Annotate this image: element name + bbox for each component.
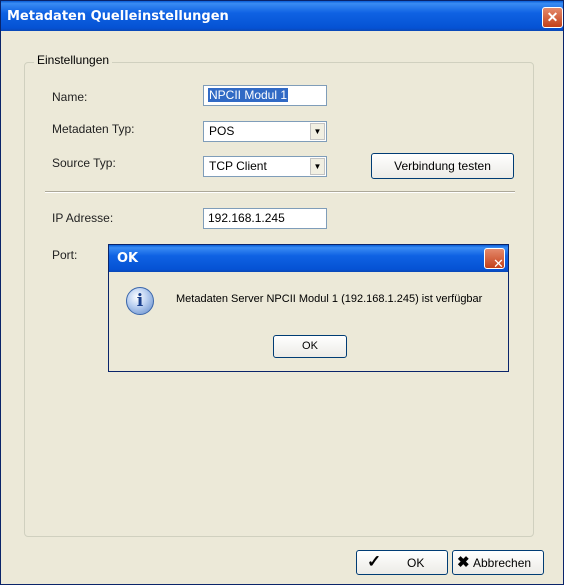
window-title: Metadaten Quelleinstellungen — [7, 9, 229, 24]
dialog-ok-button[interactable]: OK — [273, 335, 347, 358]
source-type-label: Source Typ: — [52, 156, 116, 170]
cancel-button[interactable]: ✖ Abbrechen — [452, 550, 544, 575]
section-divider — [45, 191, 515, 193]
name-value: NPCII Modul 1 — [208, 88, 289, 102]
source-type-value: TCP Client — [209, 159, 267, 173]
metadata-type-label: Metadaten Typ: — [52, 122, 135, 136]
x-icon: ✖ — [457, 554, 470, 571]
close-button[interactable]: ✕ — [542, 7, 563, 28]
metadata-type-value: POS — [209, 124, 235, 138]
close-icon: ✕ — [546, 9, 559, 25]
port-label: Port: — [52, 248, 78, 262]
metadata-type-select[interactable]: POS ▼ — [203, 121, 327, 142]
dialog-close-button[interactable]: ✕ — [484, 248, 505, 272]
ip-field[interactable]: 192.168.1.245 — [203, 208, 327, 229]
checkmark-icon: ✓ — [367, 552, 382, 571]
ok-button[interactable]: ✓ OK — [356, 550, 448, 575]
settings-group-label: Einstellungen — [34, 53, 113, 67]
info-icon: i — [126, 287, 154, 315]
chevron-down-icon[interactable]: ▼ — [310, 158, 325, 175]
name-label: Name: — [52, 90, 88, 104]
ip-label: IP Adresse: — [52, 211, 114, 225]
source-type-select[interactable]: TCP Client ▼ — [203, 156, 327, 177]
close-icon: ✕ — [493, 257, 504, 272]
name-field[interactable]: NPCII Modul 1 — [203, 85, 327, 106]
dialog-message: Metadaten Server NPCII Modul 1 (192.168.… — [176, 293, 483, 305]
ok-button-label: OK — [407, 556, 425, 570]
title-bar[interactable]: Metadaten Quelleinstellungen ✕ — [1, 1, 563, 31]
ok-dialog: OK ✕ i Metadaten Server NPCII Modul 1 (1… — [108, 244, 509, 372]
cancel-button-label: Abbrechen — [473, 556, 532, 570]
dialog-title: OK — [117, 251, 139, 266]
chevron-down-icon[interactable]: ▼ — [310, 123, 325, 140]
ip-value: 192.168.1.245 — [208, 211, 285, 225]
test-connection-button[interactable]: Verbindung testen — [371, 153, 514, 179]
dialog-title-bar[interactable]: OK ✕ — [109, 245, 508, 272]
